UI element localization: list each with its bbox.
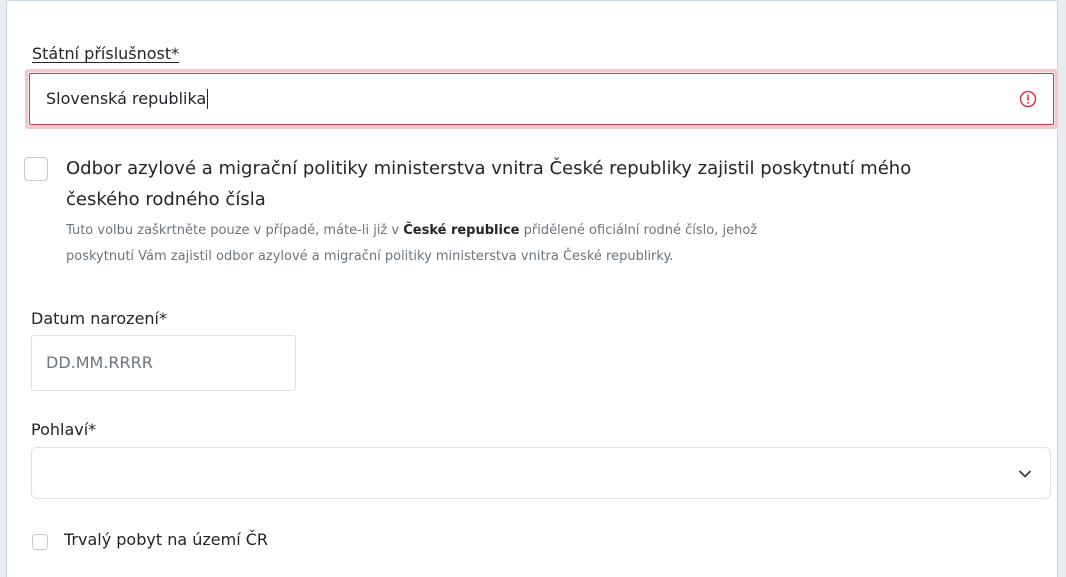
birth-number-checkbox[interactable] bbox=[24, 157, 48, 181]
permanent-residence-label: Trvalý pobyt na území ČR bbox=[64, 530, 269, 549]
help-text-after: přidělené oficiální rodné číslo, jehož bbox=[519, 223, 758, 238]
gender-label: Pohlaví* bbox=[31, 420, 97, 439]
nationality-value: Slovenská republika bbox=[46, 89, 207, 108]
gender-select[interactable] bbox=[31, 447, 1051, 499]
birth-number-checkbox-label-line2: českého rodného čísla bbox=[66, 189, 266, 210]
birth-number-checkbox-label-line1: Odbor azylové a migrační politiky minist… bbox=[66, 158, 912, 179]
text-caret bbox=[207, 88, 209, 109]
help-text-bold: České republice bbox=[403, 223, 520, 238]
nationality-input[interactable]: Slovenská republika bbox=[29, 73, 1054, 125]
birth-date-input[interactable]: DD.MM.RRRR bbox=[31, 335, 296, 391]
chevron-down-icon bbox=[1019, 470, 1031, 478]
permanent-residence-checkbox[interactable] bbox=[32, 534, 48, 550]
birth-number-help-line1: Tuto volbu zaškrtněte pouze v případě, m… bbox=[66, 219, 757, 243]
nationality-label: Státní příslušnost* bbox=[32, 44, 180, 63]
birth-date-label: Datum narození* bbox=[31, 309, 167, 328]
exclamation-circle-icon bbox=[1019, 90, 1037, 108]
birth-number-help-line2: poskytnutí Vám zajistil odbor azylové a … bbox=[66, 249, 674, 264]
nationality-field-focus-ring: Slovenská republika bbox=[25, 69, 1058, 129]
help-text-before: Tuto volbu zaškrtněte pouze v případě, m… bbox=[66, 223, 404, 238]
